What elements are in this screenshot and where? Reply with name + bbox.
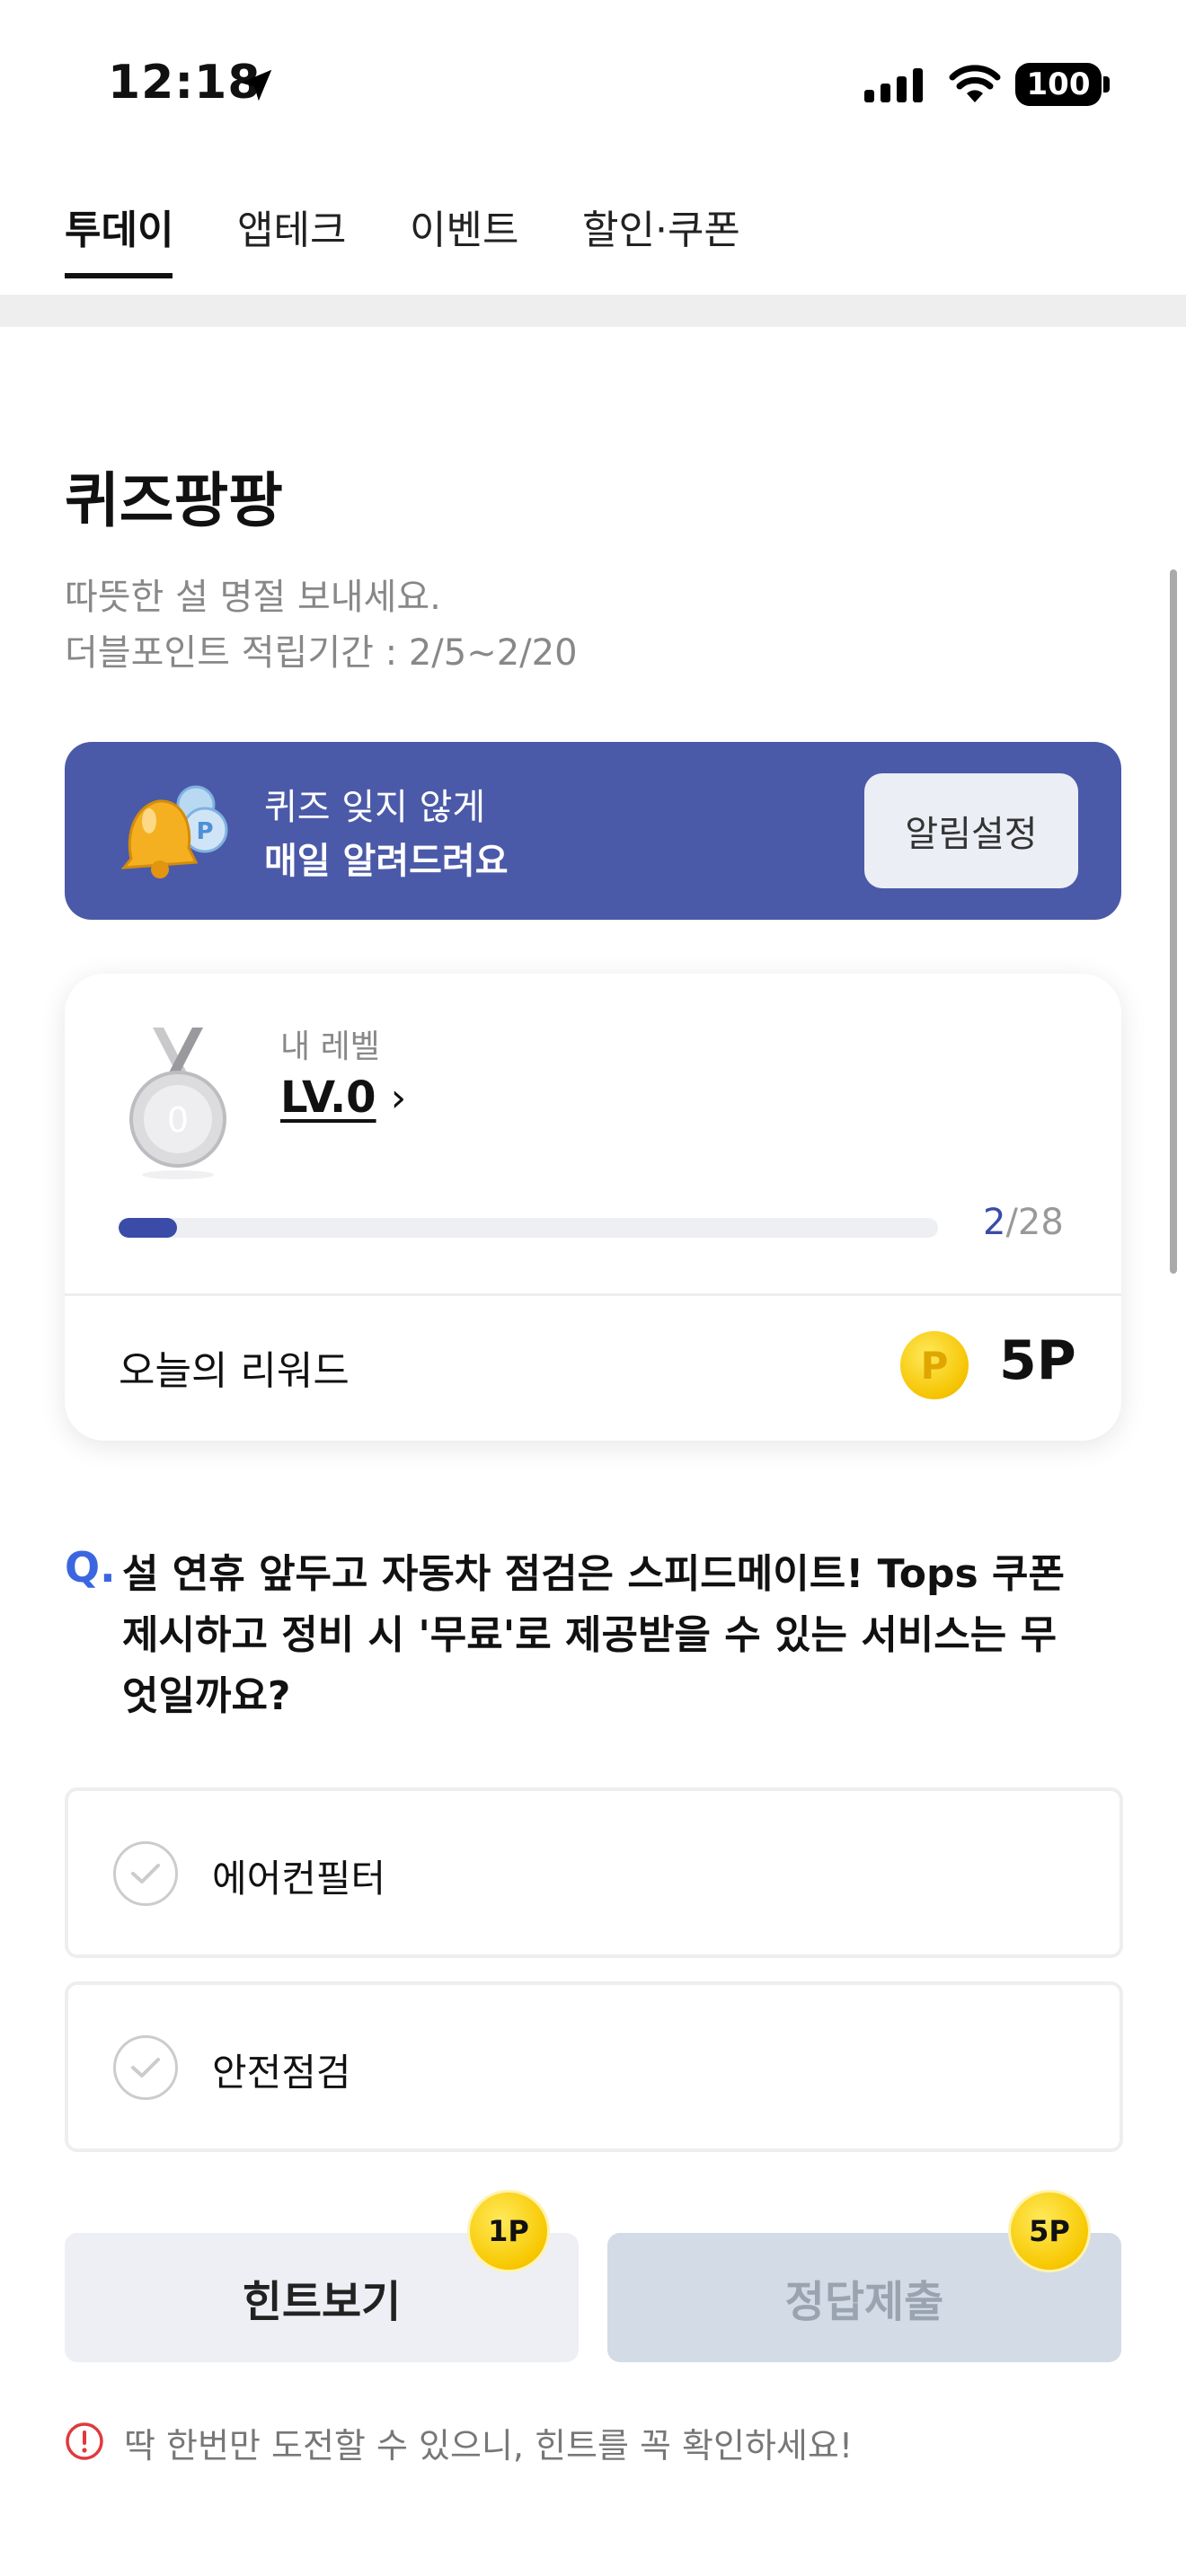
warning-text: 딱 한번만 도전할 수 있으니, 힌트를 꼭 확인하세요! (124, 2426, 854, 2466)
level-progress-fill (119, 1218, 178, 1238)
section-divider (0, 295, 1186, 327)
medal-icon: 0 (129, 1028, 226, 1179)
active-tab-indicator (65, 273, 173, 278)
wifi-icon (949, 65, 1001, 102)
card-divider (65, 1293, 1121, 1296)
tab-discount-coupon[interactable]: 할인·쿠폰 (582, 198, 740, 255)
check-circle-icon (113, 1841, 178, 1906)
level-value: LV.0 (280, 1072, 376, 1123)
question-prefix: Q. (65, 1543, 116, 1592)
cellular-signal-icon (864, 68, 923, 102)
progress-total: /28 (1005, 1202, 1064, 1243)
progress-current: 2 (983, 1202, 1006, 1243)
hint-cost-badge: 1P (467, 2190, 550, 2272)
point-coin-icon: P (900, 1331, 969, 1399)
tab-apptech[interactable]: 앱테크 (237, 198, 346, 255)
bell-icon: P (120, 785, 228, 878)
answer-option-2[interactable]: 안전점검 (65, 1981, 1123, 2152)
tab-event[interactable]: 이벤트 (410, 198, 518, 255)
battery-indicator: 100 (1015, 63, 1102, 106)
banner-text-line1: 퀴즈 잊지 않게 (264, 787, 486, 828)
today-reward-label: 오늘의 리워드 (119, 1348, 350, 1394)
answer-option-label: 안전점검 (212, 2051, 351, 2095)
svg-text:P: P (196, 818, 213, 845)
level-caption: 내 레벨 (280, 1028, 380, 1065)
answer-option-label: 에어컨필터 (212, 1857, 386, 1901)
level-link[interactable]: LV.0 › (280, 1072, 406, 1123)
level-progress-count: 2/28 (983, 1202, 1064, 1243)
today-reward-value: 5P (999, 1329, 1076, 1392)
alarm-settings-button[interactable]: 알림설정 (864, 773, 1078, 888)
answer-option-1[interactable]: 에어컨필터 (65, 1787, 1123, 1958)
battery-nub (1103, 76, 1110, 93)
warning-icon (66, 2422, 103, 2460)
tab-today[interactable]: 투데이 (65, 198, 173, 255)
question-line-1: 설 연휴 앞두고 자동차 점검은 스피드메이트! Tops 쿠폰 (122, 1551, 1065, 1597)
level-progress-bar (119, 1218, 938, 1238)
question-line-2: 제시하고 정비 시 '무료'로 제공받을 수 있는 서비스는 무 (122, 1612, 1058, 1658)
page-title: 퀴즈팡팡 (65, 466, 283, 535)
location-arrow-icon (240, 69, 272, 101)
check-circle-icon (113, 2035, 178, 2100)
banner-text-line2: 매일 알려드려요 (264, 841, 509, 882)
subtitle-double-point-period: 더블포인트 적립기간 : 2/5~2/20 (65, 632, 578, 674)
submit-reward-badge: 5P (1008, 2190, 1091, 2272)
medal-number: 0 (167, 1100, 189, 1140)
subtitle-greeting: 따뜻한 설 명절 보내세요. (65, 577, 441, 618)
scrollbar[interactable] (1170, 569, 1177, 1274)
question-line-3: 엇일까요? (122, 1673, 291, 1719)
chevron-right-icon: › (390, 1074, 407, 1121)
